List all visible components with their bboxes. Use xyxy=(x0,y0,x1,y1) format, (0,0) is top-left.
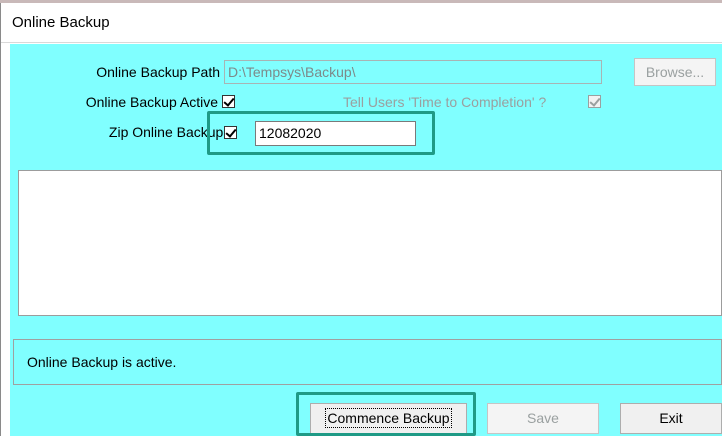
browse-button-label: Browse... xyxy=(645,64,705,80)
window-title: Online Backup xyxy=(12,14,110,31)
save-button[interactable]: Save xyxy=(487,403,599,434)
backup-path-label: Online Backup Path xyxy=(96,64,220,80)
exit-button-label: Exit xyxy=(659,410,683,426)
exit-button[interactable]: Exit xyxy=(620,403,722,434)
browse-button[interactable]: Browse... xyxy=(634,58,716,86)
save-button-label: Save xyxy=(527,410,559,426)
status-message: Online Backup is active. xyxy=(27,354,177,370)
backup-active-label: Online Backup Active xyxy=(85,94,218,110)
commence-highlight-box xyxy=(296,392,476,436)
zip-highlight-box xyxy=(207,111,435,155)
tell-users-checkbox[interactable] xyxy=(588,95,601,108)
title-bar: Online Backup xyxy=(1,3,722,43)
backup-path-field[interactable]: D:\Tempsys\Backup\ xyxy=(224,60,602,84)
backup-active-checkbox[interactable] xyxy=(222,95,235,108)
log-area[interactable] xyxy=(18,170,722,316)
tell-users-label: Tell Users 'Time to Completion' ? xyxy=(343,94,547,110)
zip-backup-label: Zip Online Backup ? xyxy=(108,124,235,140)
status-panel: Online Backup is active. xyxy=(13,339,722,385)
